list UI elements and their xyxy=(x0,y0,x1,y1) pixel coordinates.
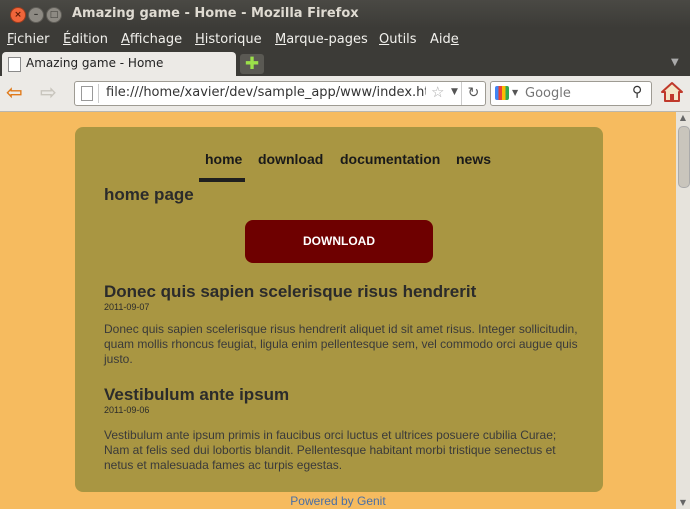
menu-affichage[interactable]: Affichage xyxy=(121,32,182,47)
home-icon[interactable] xyxy=(660,80,684,104)
back-arrow-icon[interactable]: ⇦ xyxy=(6,82,23,102)
post-date: 2011-09-07 xyxy=(104,302,150,312)
nav-link-documentation[interactable]: documentation xyxy=(340,151,440,167)
scroll-down-icon[interactable]: ▼ xyxy=(676,497,690,509)
menu-fichier[interactable]: Fichier xyxy=(7,32,50,47)
urlbar-divider xyxy=(98,84,99,103)
window-title: Amazing game - Home - Mozilla Firefox xyxy=(72,6,359,21)
minimize-window-button[interactable]: – xyxy=(28,7,44,23)
close-window-button[interactable]: × xyxy=(10,7,26,23)
post-body: Vestibulum ante ipsum primis in faucibus… xyxy=(104,428,557,472)
tab-label: Amazing game - Home xyxy=(26,56,164,70)
site-nav: home download documentation news xyxy=(75,149,603,182)
bookmark-star-icon[interactable]: ☆ xyxy=(431,83,444,101)
search-engine-dropdown-icon[interactable]: ▼ xyxy=(512,88,518,97)
post-title[interactable]: Vestibulum ante ipsum xyxy=(104,385,289,405)
tab-strip: Amazing game - Home ✚ ▼ xyxy=(0,52,690,76)
navigation-toolbar: ⇦ ⇨ file:///home/xavier/dev/sample_app/w… xyxy=(0,76,690,112)
window-titlebar: × – □ Amazing game - Home - Mozilla Fire… xyxy=(0,0,690,28)
menu-aide[interactable]: Aide xyxy=(430,32,459,47)
new-tab-button[interactable]: ✚ xyxy=(240,54,264,74)
reload-icon[interactable]: ↻ xyxy=(461,82,485,105)
download-button[interactable]: DOWNLOAD xyxy=(245,220,433,263)
url-text[interactable]: file:///home/xavier/dev/sample_app/www/i… xyxy=(106,85,426,100)
nav-link-download[interactable]: download xyxy=(258,151,323,167)
url-history-dropdown-icon[interactable]: ▼ xyxy=(451,87,458,97)
nav-link-news[interactable]: news xyxy=(456,151,491,167)
footer-powered-by[interactable]: Powered by Genit xyxy=(0,494,676,508)
vertical-scrollbar[interactable]: ▲ ▼ xyxy=(676,112,690,509)
page-heading: home page xyxy=(104,185,194,204)
post-title[interactable]: Donec quis sapien scelerisque risus hend… xyxy=(104,282,476,302)
nav-link-home[interactable]: home xyxy=(205,151,242,167)
list-all-tabs-icon[interactable]: ▼ xyxy=(671,57,679,68)
scrollbar-thumb[interactable] xyxy=(678,126,690,188)
google-engine-icon[interactable] xyxy=(495,86,509,100)
active-nav-indicator xyxy=(199,178,245,182)
menu-outils[interactable]: Outils xyxy=(379,32,417,47)
page-icon xyxy=(8,57,21,72)
menu-edition[interactable]: Édition xyxy=(63,32,108,47)
post-date: 2011-09-06 xyxy=(104,405,150,415)
search-icon[interactable]: ⚲ xyxy=(632,84,642,100)
menu-bar: Fichier Édition Affichage Historique Mar… xyxy=(0,28,690,52)
page-viewport: home download documentation news home pa… xyxy=(0,112,676,509)
page-info-icon[interactable] xyxy=(81,86,93,101)
tab-amazing-game-home[interactable]: Amazing game - Home xyxy=(2,52,236,76)
post-body: Donec quis sapien scelerisque risus hend… xyxy=(104,322,578,366)
scroll-up-icon[interactable]: ▲ xyxy=(676,112,690,124)
plus-icon: ✚ xyxy=(244,54,260,74)
search-input[interactable] xyxy=(525,84,625,102)
menu-historique[interactable]: Historique xyxy=(195,32,262,47)
forward-arrow-icon[interactable]: ⇨ xyxy=(40,82,57,102)
menu-marque-pages[interactable]: Marque-pages xyxy=(275,32,368,47)
address-bar[interactable]: file:///home/xavier/dev/sample_app/www/i… xyxy=(74,81,486,106)
content-card: home download documentation news home pa… xyxy=(75,127,603,492)
search-bar[interactable]: ▼ ⚲ xyxy=(490,81,652,106)
maximize-window-button[interactable]: □ xyxy=(46,7,62,23)
